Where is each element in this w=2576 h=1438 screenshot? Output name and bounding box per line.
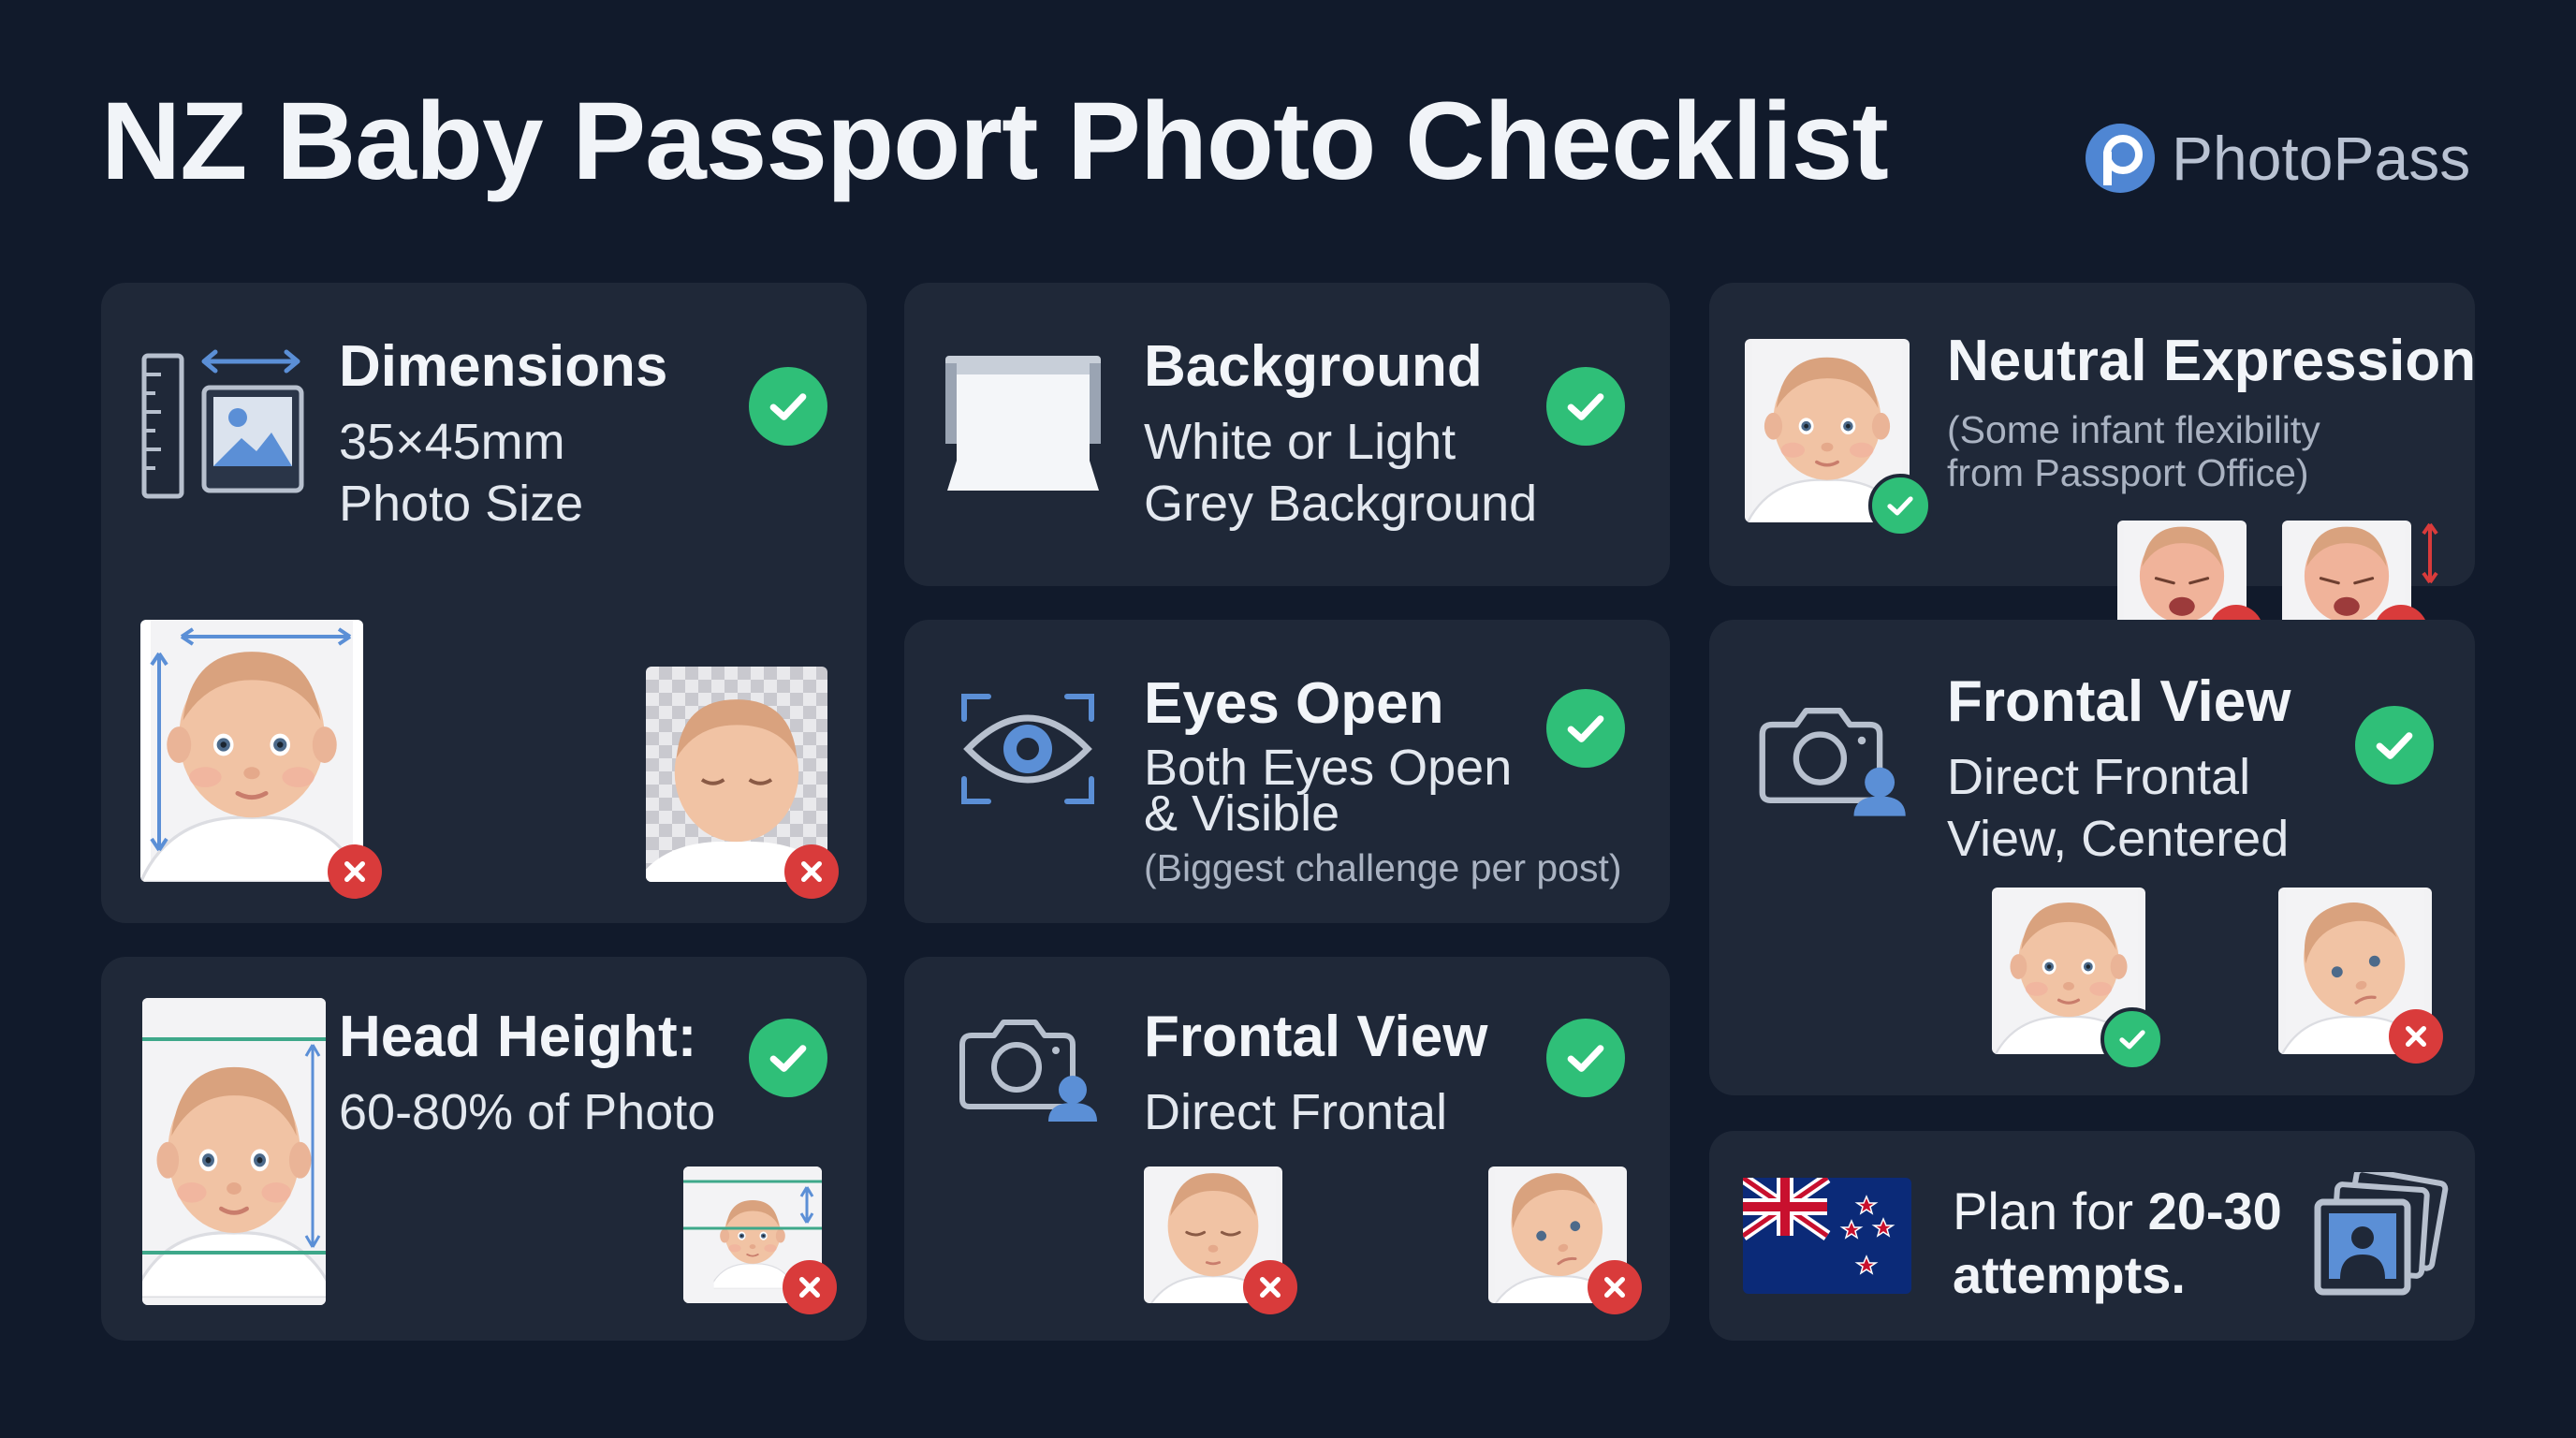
eyes-heading: Eyes Open: [1144, 671, 1444, 736]
fail-cross-icon: [328, 844, 382, 899]
eye-scan-icon: [961, 694, 1094, 804]
size-arrows-icon: [150, 627, 352, 852]
brand: PhotoPass: [2084, 122, 2470, 195]
dimensions-size-label: Photo Size: [339, 476, 584, 532]
frontal-right-line2: View, Centered: [1947, 811, 2290, 867]
attempts-suffix: attempts.: [1953, 1245, 2186, 1305]
head-guide-lines: [142, 1037, 326, 1255]
pass-check-icon: [1546, 367, 1625, 446]
nz-flag-icon: [1743, 1178, 1911, 1294]
brand-name: PhotoPass: [2172, 124, 2471, 193]
attempts-card: Plan for 20-30 attempts.: [1709, 1131, 2475, 1341]
fail-cross-icon: [783, 1260, 837, 1314]
frontal-mid-heading: Frontal View: [1144, 1005, 1488, 1069]
vertical-arrow-icon: [2422, 522, 2438, 584]
frontal-view-card-middle: Frontal View Direct Frontal: [904, 957, 1670, 1341]
ruler-image-icon: [141, 349, 304, 499]
camera-person-icon: [1750, 697, 1910, 816]
camera-person-icon: [951, 1009, 1101, 1122]
neutral-expression-card: Neutral Expression (Some infant flexibil…: [1709, 283, 2477, 659]
pass-check-icon: [1546, 689, 1625, 768]
neutral-note-line2: from Passport Office): [1947, 451, 2309, 494]
fail-cross-icon: [784, 844, 839, 899]
frontal-view-card-right: Frontal View Direct Frontal View, Center…: [1709, 620, 2475, 1095]
pass-check-icon: [2355, 706, 2434, 785]
page-title: NZ Baby Passport Photo Checklist: [101, 80, 1889, 203]
dimensions-card: Dimensions 35×45mm Photo Size: [101, 283, 867, 923]
photo-stack-icon: [2314, 1172, 2449, 1296]
background-card: Background White or Light Grey Backgroun…: [904, 283, 1670, 586]
background-heading: Background: [1144, 334, 1483, 399]
eyes-open-card: Eyes Open Both Eyes Open & Visible (Bigg…: [904, 620, 1670, 923]
fail-cross-icon: [1243, 1260, 1297, 1314]
dimensions-heading: Dimensions: [339, 334, 668, 399]
neutral-note-line1: (Some infant flexibility: [1947, 408, 2320, 451]
head-heading: Head Height:: [339, 1005, 697, 1069]
background-line1: White or Light: [1144, 414, 1456, 470]
pass-check-icon: [749, 367, 827, 446]
background-line2: Grey Background: [1144, 476, 1538, 532]
dimensions-size: 35×45mm: [339, 414, 565, 470]
fail-cross-icon: [1588, 1260, 1642, 1314]
eyes-note: (Biggest challenge per post): [1144, 846, 1622, 889]
pass-check-icon: [1546, 1019, 1625, 1097]
attempts-text: Plan for 20-30 attempts.: [1953, 1180, 2282, 1308]
attempts-range: 20-30: [2147, 1181, 2282, 1240]
frontal-right-line1: Direct Frontal: [1947, 749, 2251, 805]
pass-check-icon: [2100, 1007, 2164, 1071]
frontal-right-heading: Frontal View: [1947, 669, 2291, 734]
neutral-heading: Neutral Expression: [1947, 329, 2477, 393]
attempts-prefix: Plan for: [1953, 1181, 2148, 1240]
backdrop-icon: [945, 356, 1101, 491]
pass-check-icon: [749, 1019, 827, 1097]
head-height-card: Head Height: 60-80% of Photo: [101, 957, 867, 1341]
eyes-line2: & Visible: [1144, 785, 1340, 842]
fail-cross-icon: [2389, 1009, 2443, 1064]
photopass-logo-icon: [2086, 124, 2155, 193]
head-line1: 60-80% of Photo: [339, 1084, 716, 1140]
pass-check-icon: [1868, 474, 1932, 537]
frontal-mid-line1: Direct Frontal: [1144, 1084, 1448, 1140]
